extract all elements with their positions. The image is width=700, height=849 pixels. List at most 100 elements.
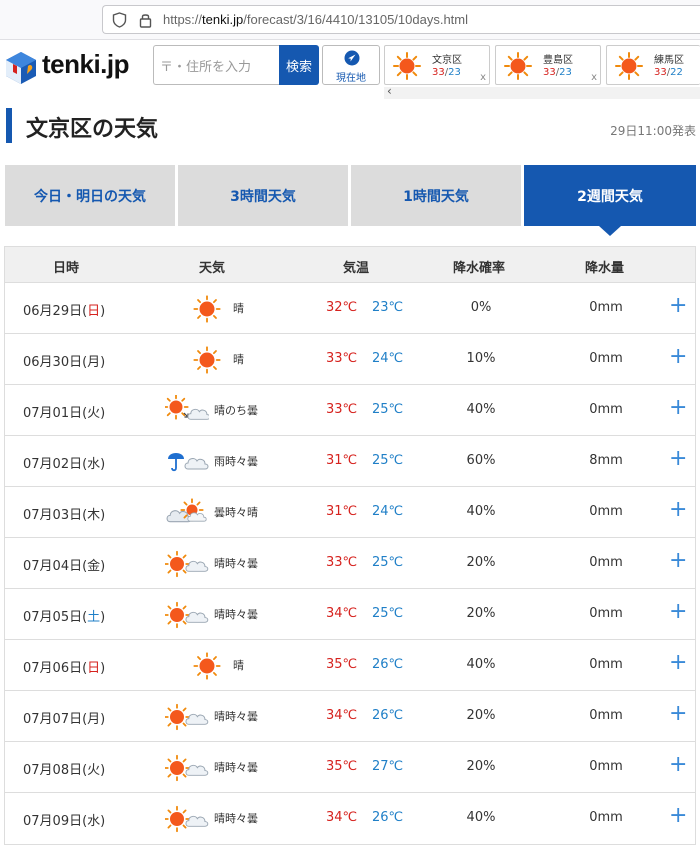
forecast-row[interactable]: 07月03日(木) 曇時々晴 31℃ 24℃ 40% 0mm + xyxy=(5,487,695,538)
forecast-table: 日時 天気 気温 降水確率 降水量 06月29日(日) 晴 32℃ 23℃ 0% 0mm +… xyxy=(4,246,696,845)
forecast-row[interactable]: 06月29日(日) 晴 32℃ 23℃ 0% 0mm + xyxy=(5,283,695,334)
current-location-label: 現在地 xyxy=(336,73,366,84)
date-text: 06月29日( xyxy=(23,304,88,319)
precip-amount: 0mm xyxy=(589,402,623,417)
weather-text: 晴時々曇 xyxy=(214,710,258,723)
day-of-week: 月 xyxy=(87,712,101,727)
city-temps: 33/23 xyxy=(543,67,572,78)
forecast-row[interactable]: 07月04日(金) 晴時々曇 33℃ 25℃ 20% 0mm + xyxy=(5,538,695,589)
sunny-then-cloudy-icon xyxy=(163,394,211,427)
date-text: 07月06日( xyxy=(23,661,88,676)
forecast-date: 07月09日(水) xyxy=(23,814,106,829)
city-low-temp: 23 xyxy=(559,67,572,78)
low-temp: 26℃ xyxy=(372,657,404,672)
recent-city-card-toshima[interactable]: 豊島区 33/23 x xyxy=(495,45,601,85)
header-date: 日時 xyxy=(53,261,80,276)
city-temps: 33/23 xyxy=(432,67,461,78)
current-location-button[interactable]: 現在地 xyxy=(322,45,380,85)
expand-row-button[interactable]: + xyxy=(669,752,687,777)
high-temp: 34℃ xyxy=(326,606,358,621)
precip-probability: 0% xyxy=(470,300,492,315)
weather-text: 晴時々曇 xyxy=(214,557,258,570)
precip-probability: 40% xyxy=(466,810,496,825)
city-high-temp: 33 xyxy=(654,67,667,78)
expand-row-button[interactable]: + xyxy=(669,650,687,675)
forecast-row[interactable]: 07月06日(日) 晴 35℃ 26℃ 40% 0mm + xyxy=(5,640,695,691)
address-bar[interactable]: https://tenki.jp/forecast/3/16/4410/1310… xyxy=(102,5,700,34)
expand-row-button[interactable]: + xyxy=(669,446,687,471)
recent-city-card-nerima[interactable]: 練馬区 33/22 xyxy=(606,45,700,85)
recent-city-card-bunkyo[interactable]: 文京区 33/23 x xyxy=(384,45,490,85)
precip-amount: 8mm xyxy=(589,453,623,468)
forecast-date: 07月01日(火) xyxy=(23,406,106,421)
low-temp: 25℃ xyxy=(372,555,404,570)
high-temp: 31℃ xyxy=(326,504,358,519)
scroll-left-icon[interactable]: ‹ xyxy=(387,84,392,98)
header-precip-prob: 降水確率 xyxy=(453,261,506,276)
search-button[interactable]: 検索 xyxy=(279,45,319,85)
forecast-row[interactable]: 07月07日(月) 晴時々曇 34℃ 26℃ 20% 0mm + xyxy=(5,691,695,742)
day-of-week: 水 xyxy=(87,457,101,472)
lock-icon[interactable] xyxy=(139,12,152,28)
weather-text: 晴 xyxy=(233,659,244,672)
low-temp: 26℃ xyxy=(372,708,404,723)
close-city-button[interactable]: x xyxy=(480,72,486,83)
date-text: 07月07日( xyxy=(23,712,88,727)
forecast-row[interactable]: 07月01日(火) 晴のち曇 33℃ 25℃ 40% 0mm + xyxy=(5,385,695,436)
high-temp: 35℃ xyxy=(326,657,358,672)
weather-text: 晴時々曇 xyxy=(214,812,258,825)
sunny-sometimes-cloudy-icon xyxy=(163,548,209,580)
precip-amount: 0mm xyxy=(589,606,623,621)
forecast-row[interactable]: 07月08日(火) 晴時々曇 35℃ 27℃ 20% 0mm + xyxy=(5,742,695,793)
precip-amount: 0mm xyxy=(589,300,623,315)
precip-amount: 0mm xyxy=(589,504,623,519)
header-temp: 気温 xyxy=(343,261,370,276)
forecast-date: 07月02日(水) xyxy=(23,457,106,472)
forecast-date: 06月30日(月) xyxy=(23,355,106,370)
high-temp: 32℃ xyxy=(326,300,358,315)
date-text: 07月01日( xyxy=(23,406,88,421)
forecast-row[interactable]: 07月05日(土) 晴時々曇 34℃ 25℃ 20% 0mm + xyxy=(5,589,695,640)
expand-row-button[interactable]: + xyxy=(669,599,687,624)
high-temp: 33℃ xyxy=(326,555,358,570)
address-search-input[interactable]: 〒・住所を入力 xyxy=(153,45,279,85)
expand-row-button[interactable]: + xyxy=(669,344,687,369)
expand-row-button[interactable]: + xyxy=(669,548,687,573)
shield-icon[interactable] xyxy=(112,12,127,28)
tab-label: 1時間天気 xyxy=(403,188,469,205)
tab-2week[interactable]: 2週間天気 xyxy=(524,165,696,236)
date-text: 07月04日( xyxy=(23,559,88,574)
tab-1hour[interactable]: 1時間天気 xyxy=(351,165,521,226)
forecast-row[interactable]: 07月09日(水) 晴時々曇 34℃ 26℃ 40% 0mm + xyxy=(5,793,695,844)
precip-probability: 20% xyxy=(466,708,496,723)
tab-3hour[interactable]: 3時間天気 xyxy=(178,165,348,226)
low-temp: 23℃ xyxy=(372,300,404,315)
low-temp: 26℃ xyxy=(372,810,404,825)
low-temp: 24℃ xyxy=(372,351,404,366)
day-of-week: 土 xyxy=(87,610,101,625)
expand-row-button[interactable]: + xyxy=(669,803,687,828)
tab-today-tomorrow[interactable]: 今日・明日の天気 xyxy=(5,165,175,226)
low-temp: 24℃ xyxy=(372,504,404,519)
site-logo[interactable]: tenki.jp xyxy=(4,48,144,88)
day-of-week: 木 xyxy=(87,508,101,523)
forecast-date: 07月08日(火) xyxy=(23,763,106,778)
expand-row-button[interactable]: + xyxy=(669,701,687,726)
sunny-sometimes-cloudy-icon xyxy=(163,752,209,784)
precip-probability: 20% xyxy=(466,606,496,621)
expand-row-button[interactable]: + xyxy=(669,395,687,420)
close-city-button[interactable]: x xyxy=(591,72,597,83)
expand-row-button[interactable]: + xyxy=(669,497,687,522)
logo-text: tenki.jp xyxy=(42,49,130,79)
forecast-row[interactable]: 06月30日(月) 晴 33℃ 24℃ 10% 0mm + xyxy=(5,334,695,385)
city-low-temp: 23 xyxy=(448,67,461,78)
forecast-row[interactable]: 07月02日(水) 雨時々曇 31℃ 25℃ 60% 8mm + xyxy=(5,436,695,487)
city-scroll-bar[interactable]: ‹ xyxy=(384,84,700,99)
tenki-logo-icon xyxy=(6,52,36,84)
rain-sometimes-cloudy-icon xyxy=(165,446,209,478)
city-high-temp: 33 xyxy=(432,67,445,78)
weather-text: 晴時々曇 xyxy=(214,608,258,621)
expand-row-button[interactable]: + xyxy=(669,293,687,318)
url-path: /forecast/3/16/4410/13105/10days.html xyxy=(243,12,468,27)
url-prefix: https:// xyxy=(163,12,203,27)
